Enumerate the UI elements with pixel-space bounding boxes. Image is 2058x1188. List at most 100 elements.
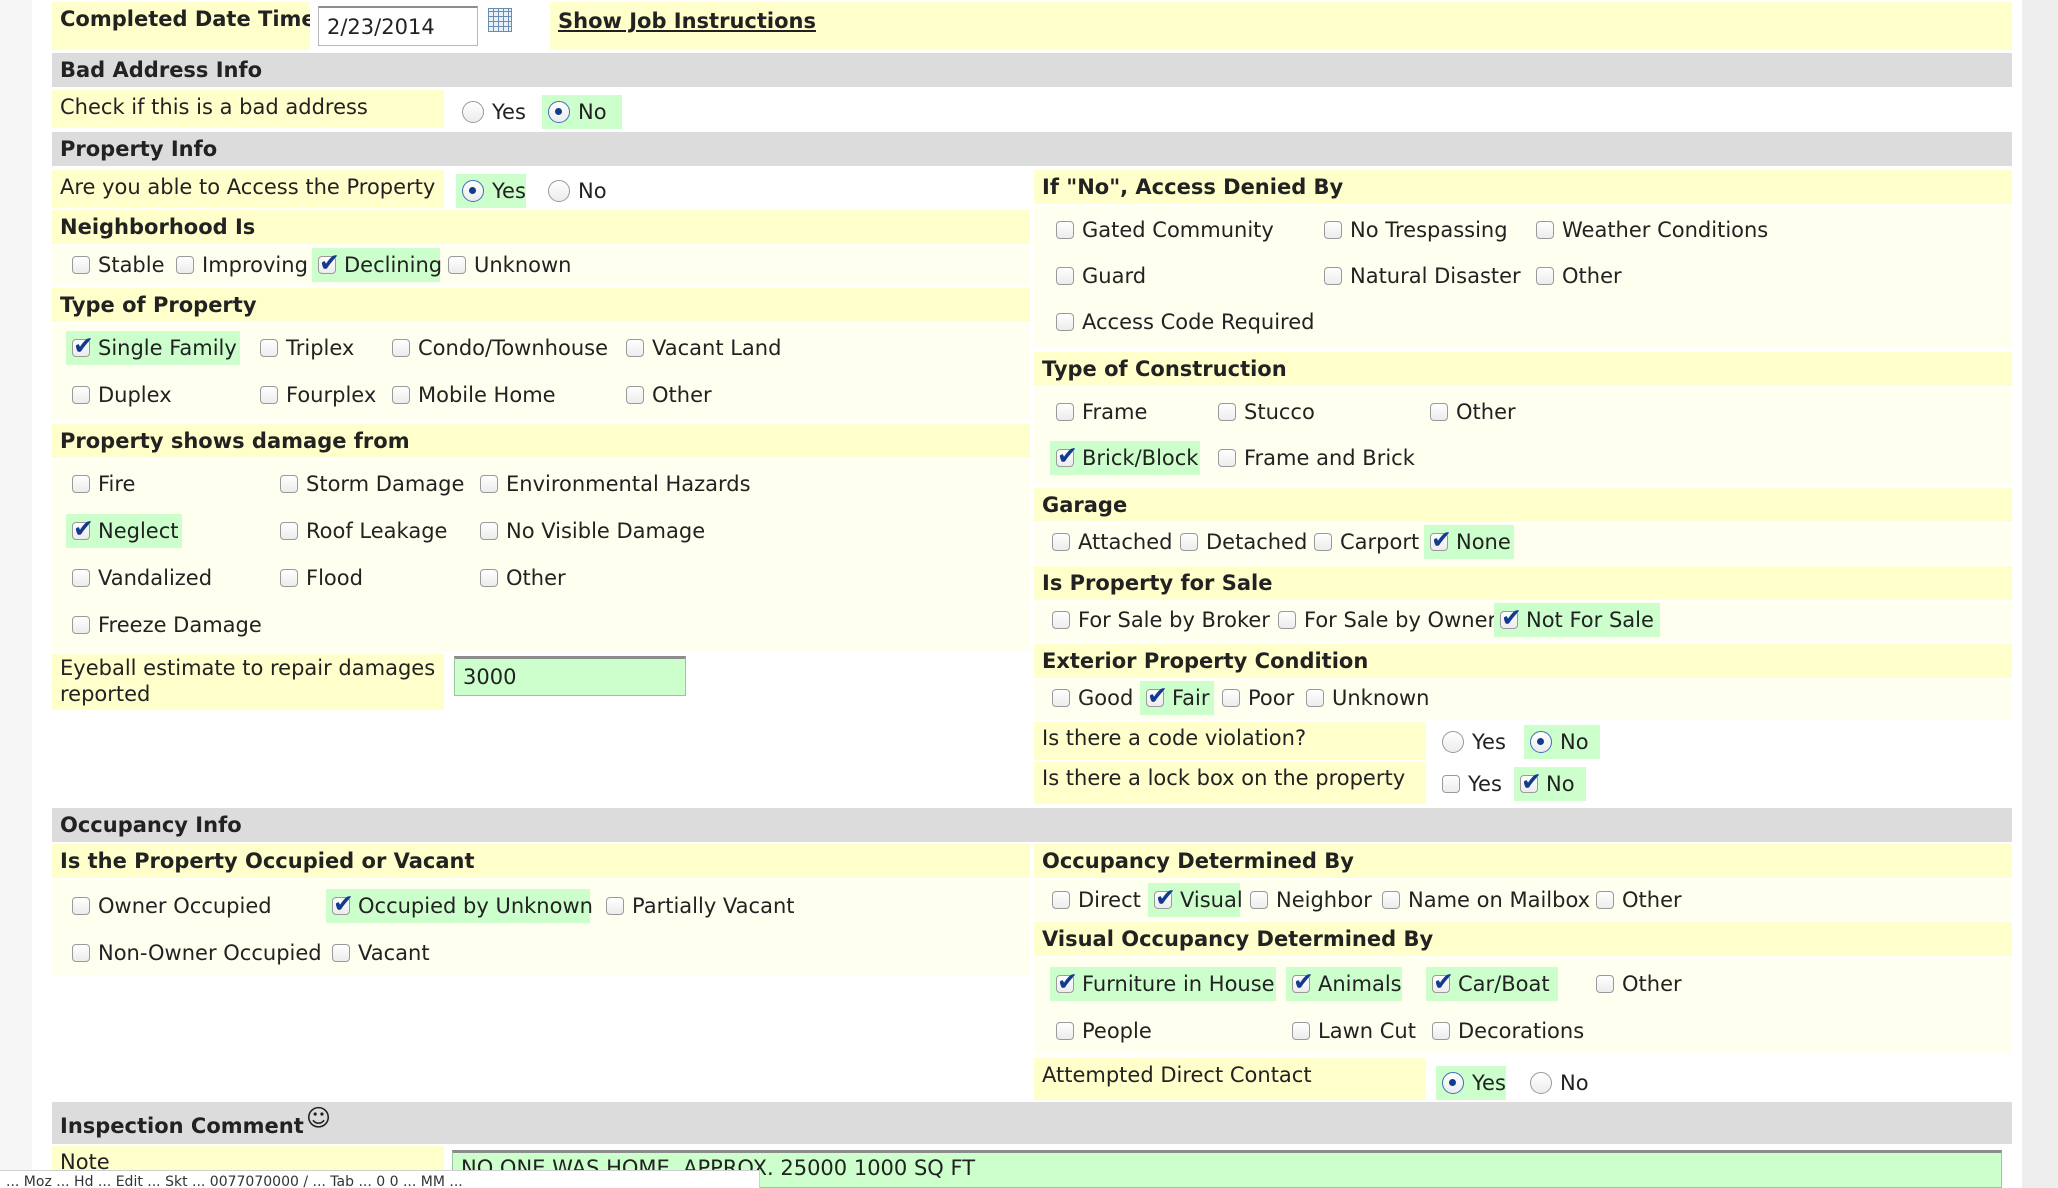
determined-by-option-direct[interactable]: Direct <box>1046 883 1141 917</box>
garage-attached-checkbox[interactable] <box>1052 533 1070 551</box>
construction-option-frame-and-brick[interactable]: Frame and Brick <box>1212 441 1415 475</box>
calendar-icon[interactable] <box>488 8 512 32</box>
completed-date-input[interactable]: 2/23/2014 <box>318 6 478 46</box>
type-of-property-mobile-home-checkbox[interactable] <box>392 386 410 404</box>
type-of-property-other-checkbox[interactable] <box>626 386 644 404</box>
lock-box-yes-checkbox[interactable] <box>1442 775 1460 793</box>
damage-option-flood[interactable]: Flood <box>274 561 363 595</box>
code-violation-no-radio[interactable] <box>1530 731 1552 753</box>
smiley-icon[interactable]: ☺ <box>306 1106 331 1130</box>
access-denied-no-trespassing-checkbox[interactable] <box>1324 221 1342 239</box>
visual-determined-option-lawn-cut[interactable]: Lawn Cut <box>1286 1014 1416 1048</box>
determined-by-neighbor-checkbox[interactable] <box>1250 891 1268 909</box>
neighborhood-option-declining[interactable]: Declining <box>312 248 442 282</box>
determined-by-option-neighbor[interactable]: Neighbor <box>1244 883 1372 917</box>
construction-stucco-checkbox[interactable] <box>1218 403 1236 421</box>
code-violation-yes-radio[interactable] <box>1442 731 1464 753</box>
damage-no-visible-damage-checkbox[interactable] <box>480 522 498 540</box>
type-of-property-single-family-checkbox[interactable] <box>72 331 94 360</box>
lock-box-no-checkbox[interactable] <box>1520 767 1542 796</box>
garage-none-checkbox[interactable] <box>1430 525 1452 554</box>
for-sale-not-for-sale-checkbox[interactable] <box>1500 603 1522 632</box>
damage-environmental-hazards-checkbox[interactable] <box>480 475 498 493</box>
type-of-property-option-mobile-home[interactable]: Mobile Home <box>386 378 556 412</box>
damage-roof-leakage-checkbox[interactable] <box>280 522 298 540</box>
occupied-vacant-partially-vacant-checkbox[interactable] <box>606 897 624 915</box>
access-denied-option-weather-conditions[interactable]: Weather Conditions <box>1530 213 1768 247</box>
exterior-option-fair[interactable]: Fair <box>1140 681 1214 715</box>
damage-option-freeze-damage[interactable]: Freeze Damage <box>66 608 262 642</box>
damage-option-other[interactable]: Other <box>474 561 566 595</box>
bad-address-option-no[interactable]: No <box>542 95 622 129</box>
neighborhood-option-unknown[interactable]: Unknown <box>442 248 571 282</box>
construction-option-stucco[interactable]: Stucco <box>1212 395 1315 429</box>
type-of-property-duplex-checkbox[interactable] <box>72 386 90 404</box>
access-denied-option-gated-community[interactable]: Gated Community <box>1050 213 1274 247</box>
construction-frame-and-brick-checkbox[interactable] <box>1218 449 1236 467</box>
access-denied-option-access-code-required[interactable]: Access Code Required <box>1050 305 1314 339</box>
bad-address-yes-radio[interactable] <box>462 101 484 123</box>
lock-box-option-yes[interactable]: Yes <box>1436 767 1502 801</box>
damage-other-checkbox[interactable] <box>480 569 498 587</box>
garage-carport-checkbox[interactable] <box>1314 533 1332 551</box>
occupied-vacant-vacant-checkbox[interactable] <box>332 944 350 962</box>
neighborhood-declining-checkbox[interactable] <box>318 248 340 277</box>
type-of-property-option-duplex[interactable]: Duplex <box>66 378 172 412</box>
type-of-property-triplex-checkbox[interactable] <box>260 339 278 357</box>
neighborhood-option-improving[interactable]: Improving <box>170 248 308 282</box>
construction-option-other[interactable]: Other <box>1424 395 1516 429</box>
visual-determined-option-other[interactable]: Other <box>1590 967 1682 1001</box>
damage-freeze-damage-checkbox[interactable] <box>72 616 90 634</box>
access-no-radio[interactable] <box>548 180 570 202</box>
construction-frame-checkbox[interactable] <box>1056 403 1074 421</box>
neighborhood-option-stable[interactable]: Stable <box>66 248 165 282</box>
direct-contact-option-yes[interactable]: Yes <box>1436 1066 1506 1100</box>
for-sale-for-sale-by-broker-checkbox[interactable] <box>1052 611 1070 629</box>
for-sale-for-sale-by-owner-checkbox[interactable] <box>1278 611 1296 629</box>
access-denied-option-no-trespassing[interactable]: No Trespassing <box>1318 213 1508 247</box>
damage-option-neglect[interactable]: Neglect <box>66 514 182 548</box>
neighborhood-stable-checkbox[interactable] <box>72 256 90 274</box>
access-denied-weather-conditions-checkbox[interactable] <box>1536 221 1554 239</box>
for-sale-option-for-sale-by-owner[interactable]: For Sale by Owner <box>1272 603 1496 637</box>
visual-determined-furniture-in-house-checkbox[interactable] <box>1056 967 1078 996</box>
exterior-option-unknown[interactable]: Unknown <box>1300 681 1429 715</box>
garage-option-carport[interactable]: Carport <box>1308 525 1419 559</box>
visual-determined-option-car-boat[interactable]: Car/Boat <box>1426 967 1558 1001</box>
code-violation-option-no[interactable]: No <box>1524 725 1600 759</box>
damage-fire-checkbox[interactable] <box>72 475 90 493</box>
direct-contact-option-no[interactable]: No <box>1524 1066 1589 1100</box>
access-denied-option-other[interactable]: Other <box>1530 259 1622 293</box>
direct-contact-no-radio[interactable] <box>1530 1072 1552 1094</box>
repair-estimate-input[interactable]: 3000 <box>454 656 686 696</box>
type-of-property-fourplex-checkbox[interactable] <box>260 386 278 404</box>
damage-option-roof-leakage[interactable]: Roof Leakage <box>274 514 447 548</box>
type-of-property-option-vacant-land[interactable]: Vacant Land <box>620 331 781 365</box>
exterior-good-checkbox[interactable] <box>1052 689 1070 707</box>
bad-address-option-yes[interactable]: Yes <box>456 95 526 129</box>
occupied-vacant-occupied-by-unknown-checkbox[interactable] <box>332 889 354 918</box>
damage-option-fire[interactable]: Fire <box>66 467 135 501</box>
exterior-unknown-checkbox[interactable] <box>1306 689 1324 707</box>
neighborhood-improving-checkbox[interactable] <box>176 256 194 274</box>
construction-brick-block-checkbox[interactable] <box>1056 441 1078 470</box>
damage-option-no-visible-damage[interactable]: No Visible Damage <box>474 514 705 548</box>
access-denied-access-code-required-checkbox[interactable] <box>1056 313 1074 331</box>
direct-contact-yes-radio[interactable] <box>1442 1072 1464 1094</box>
garage-option-attached[interactable]: Attached <box>1046 525 1172 559</box>
damage-flood-checkbox[interactable] <box>280 569 298 587</box>
access-option-no[interactable]: No <box>542 174 607 208</box>
damage-neglect-checkbox[interactable] <box>72 514 94 543</box>
access-denied-option-guard[interactable]: Guard <box>1050 259 1146 293</box>
for-sale-option-not-for-sale[interactable]: Not For Sale <box>1494 603 1660 637</box>
visual-determined-car-boat-checkbox[interactable] <box>1432 967 1454 996</box>
construction-other-checkbox[interactable] <box>1430 403 1448 421</box>
visual-determined-option-decorations[interactable]: Decorations <box>1426 1014 1584 1048</box>
determined-by-option-name-on-mailbox[interactable]: Name on Mailbox <box>1376 883 1590 917</box>
access-yes-radio[interactable] <box>462 180 484 202</box>
type-of-property-condo-townhouse-checkbox[interactable] <box>392 339 410 357</box>
determined-by-direct-checkbox[interactable] <box>1052 891 1070 909</box>
visual-determined-decorations-checkbox[interactable] <box>1432 1022 1450 1040</box>
lock-box-option-no[interactable]: No <box>1514 767 1586 801</box>
for-sale-option-for-sale-by-broker[interactable]: For Sale by Broker <box>1046 603 1270 637</box>
